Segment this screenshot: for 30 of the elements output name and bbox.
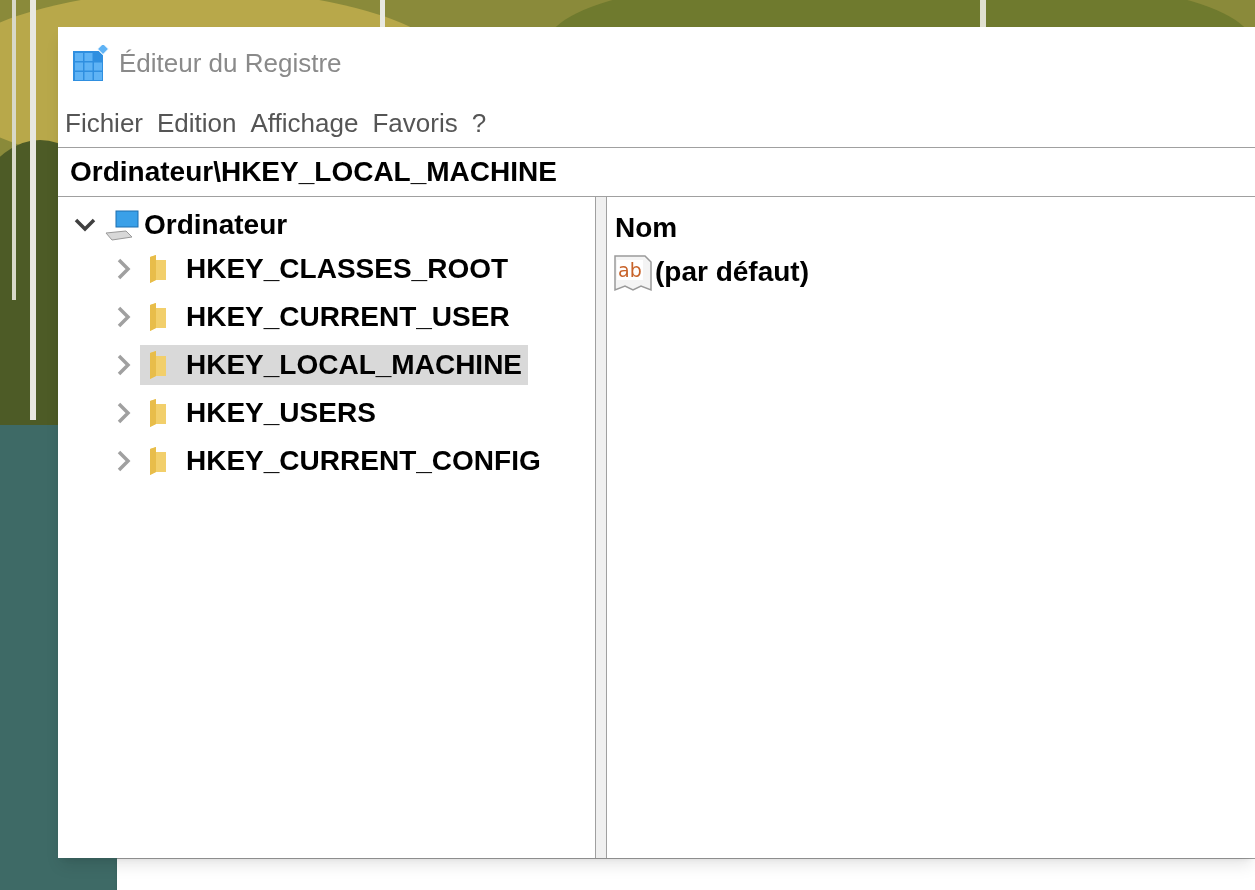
folder-icon: [148, 398, 168, 428]
computer-icon: [104, 209, 140, 241]
chevron-right-icon[interactable]: [117, 450, 131, 472]
menu-item[interactable]: Edition: [157, 103, 237, 143]
tree-item[interactable]: HKEY_LOCAL_MACHINE: [140, 345, 529, 385]
tree-item[interactable]: HKEY_CURRENT_CONFIG: [140, 441, 547, 481]
chevron-right-icon[interactable]: [117, 258, 131, 280]
column-header[interactable]: Nom: [615, 207, 678, 249]
menu-item[interactable]: Fichier: [65, 103, 143, 143]
address-bar[interactable]: Ordinateur\HKEY_LOCAL_MACHINE: [58, 147, 1255, 197]
registry-icon: [73, 45, 109, 81]
splitter[interactable]: [596, 197, 607, 858]
chevron-right-icon[interactable]: [117, 354, 131, 376]
tree-item[interactable]: HKEY_CLASSES_ROOT: [140, 249, 515, 289]
tree-item[interactable]: HKEY_USERS: [140, 393, 382, 433]
folder-icon: [148, 254, 168, 284]
chevron-down-icon[interactable]: [74, 218, 96, 232]
tree-item[interactable]: Ordinateur: [144, 204, 288, 246]
window-title: Éditeur du Registre: [119, 46, 342, 80]
chevron-right-icon[interactable]: [117, 402, 131, 424]
folder-icon: [148, 350, 168, 380]
chevron-right-icon[interactable]: [117, 306, 131, 328]
value-name[interactable]: (par défaut): [655, 251, 809, 293]
string-value-icon: ab: [613, 252, 653, 292]
menu-item[interactable]: ?: [471, 103, 487, 143]
menu-item[interactable]: Affichage: [250, 103, 359, 143]
menu-item[interactable]: Favoris: [372, 103, 458, 143]
folder-icon: [148, 302, 168, 332]
folder-icon: [148, 446, 168, 476]
tree-item[interactable]: HKEY_CURRENT_USER: [140, 297, 516, 337]
